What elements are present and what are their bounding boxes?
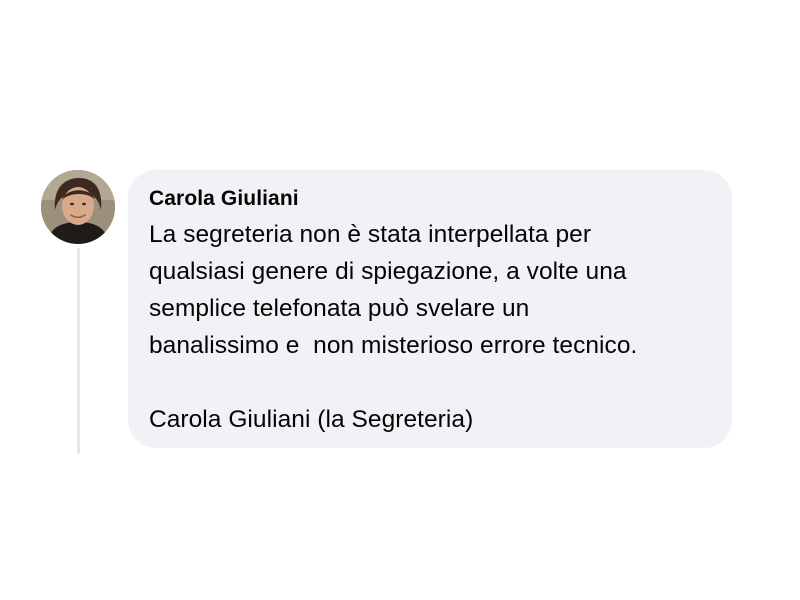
comment-author-name[interactable]: Carola Giuliani [149,186,712,212]
reply-thread-line [77,248,80,454]
comment-bubble: Carola Giuliani La segreteria non è stat… [128,170,732,448]
comment-body-text: La segreteria non è stata interpellata p… [149,221,638,433]
avatar[interactable] [41,170,115,244]
avatar-photo [41,170,115,244]
